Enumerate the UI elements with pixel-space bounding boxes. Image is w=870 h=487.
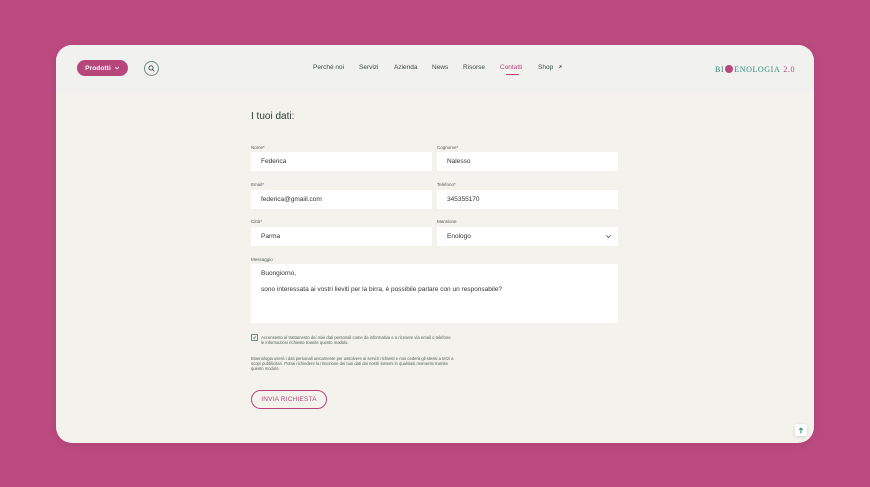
nome-input[interactable]: Federica (251, 152, 432, 171)
nav-link-risorse[interactable]: Risorse (463, 64, 485, 71)
nav-link-shop-label: Shop (538, 64, 554, 71)
messaggio-label: Messaggio (251, 257, 273, 262)
products-menu-button[interactable]: Prodotti (77, 60, 128, 76)
nome-value: Federica (261, 158, 287, 165)
scroll-to-top-button[interactable] (795, 424, 807, 436)
telefono-label: Telefono* (437, 182, 456, 187)
cognome-label: Cognome* (437, 145, 459, 150)
nome-label: Nome* (251, 145, 265, 150)
messaggio-line-1: Buongiorno, (261, 270, 297, 277)
privacy-text: Bioenologia userà i dati personali unica… (251, 356, 454, 371)
citta-label: Città* (251, 219, 263, 224)
logo-dot-icon (725, 65, 734, 73)
cognome-input[interactable]: Nalesso (437, 152, 618, 171)
arrow-up-icon (798, 426, 804, 433)
consent-text: Acconsento al trattamento dei miei dati … (261, 335, 450, 345)
consent-checkbox[interactable] (251, 334, 258, 341)
search-icon (148, 65, 155, 72)
nav-link-perche-noi[interactable]: Perché noi (313, 64, 344, 71)
telefono-input[interactable]: 345355170 (437, 190, 618, 209)
email-value: federica@gmaiil.com (261, 196, 322, 203)
logo-text-rest: ENOLOGIA (734, 64, 781, 74)
external-arrow-icon (558, 65, 562, 69)
chevron-down-icon (114, 66, 119, 70)
browser-window: Prodotti Perché noi Servizi Azienda News… (56, 45, 814, 443)
mansione-label: Mansione (437, 219, 457, 224)
citta-input[interactable]: Parma (251, 227, 432, 246)
messaggio-textarea[interactable]: Buongiorno, sono interessata ai vostri l… (251, 264, 618, 323)
submit-label: INVIA RICHIESTA (261, 396, 317, 403)
privacy-text-line-3: questo modulo. (251, 366, 280, 371)
consent-text-line-2: le informazioni richieste tramite questo… (261, 340, 349, 345)
chevron-down-icon (606, 235, 611, 239)
logo-text-bio: BI (715, 64, 725, 74)
messaggio-line-2: sono interessata ai vostri lieviti per l… (261, 286, 502, 293)
nav-link-servizi[interactable]: Servizi (359, 64, 379, 71)
logo-version: 2.0 (783, 64, 796, 74)
nav-link-shop[interactable]: Shop (538, 64, 563, 71)
form-title: I tuoi dati: (251, 111, 295, 122)
citta-value: Parma (261, 233, 281, 240)
nav-link-azienda[interactable]: Azienda (394, 64, 418, 71)
privacy-text-line-2: scopi pubblicitari. Potrai richiedere la… (251, 361, 448, 366)
email-input[interactable]: federica@gmaiil.com (251, 190, 432, 209)
submit-button[interactable]: INVIA RICHIESTA (251, 390, 327, 409)
email-label: Email* (251, 182, 265, 187)
active-nav-underline (506, 74, 519, 75)
check-icon (252, 336, 257, 340)
nav-link-contatti[interactable]: Contatti (500, 64, 522, 71)
cognome-value: Nalesso (447, 158, 471, 165)
mansione-value: Enologo (447, 233, 471, 240)
search-button[interactable] (144, 61, 159, 76)
mansione-select[interactable]: Enologo (437, 227, 618, 246)
navbar: Prodotti Perché noi Servizi Azienda News… (56, 45, 814, 92)
telefono-value: 345355170 (447, 196, 480, 203)
bioenologia-logo[interactable]: BI ENOLOGIA 2.0 (715, 63, 795, 75)
nav-link-news[interactable]: News (432, 64, 448, 71)
products-label: Prodotti (85, 64, 111, 72)
